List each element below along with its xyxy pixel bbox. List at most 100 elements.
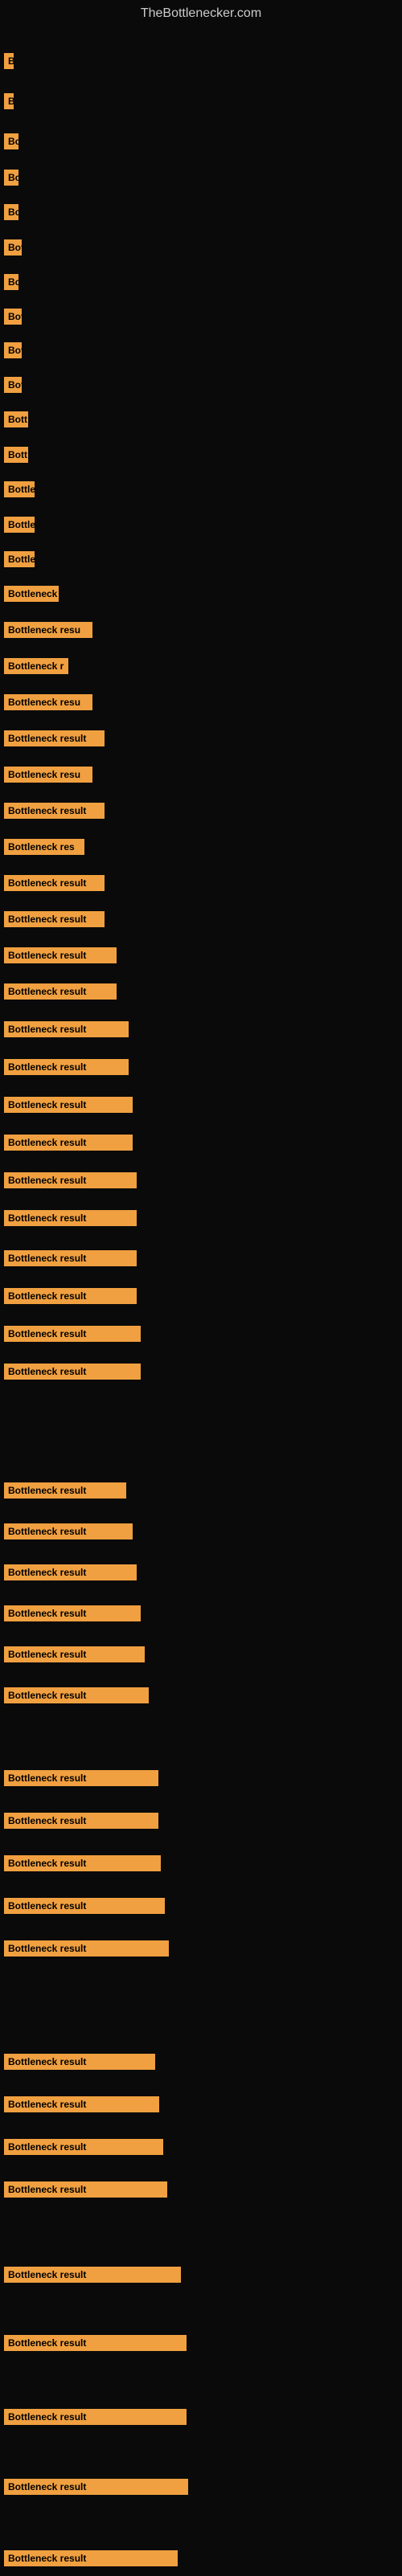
bar-label: Bottleneck result	[4, 1059, 129, 1075]
bar-label: Bottleneck result	[4, 803, 105, 819]
bar-label: Bo	[4, 204, 18, 220]
bar-row: Bottle	[4, 481, 35, 497]
bar-label: Bot	[4, 377, 22, 393]
bar-row: Bottleneck result	[4, 803, 105, 819]
bar-row: Bottleneck result	[4, 983, 117, 1000]
bar-row: Bottleneck result	[4, 2409, 187, 2425]
bar-row: Bottleneck result	[4, 1482, 126, 1499]
bar-row: Bottleneck result	[4, 2479, 188, 2495]
bar-row: Bottleneck result	[4, 1250, 137, 1266]
bar-label: Bottleneck result	[4, 2335, 187, 2351]
bar-row: Bottleneck result	[4, 1059, 129, 1075]
bar-label: Bottleneck result	[4, 730, 105, 746]
bar-row: Bottle	[4, 517, 35, 533]
bar-row: Bottleneck result	[4, 1288, 137, 1304]
bar-label: Bottleneck result	[4, 1605, 141, 1621]
bar-label: Bottleneck result	[4, 911, 105, 927]
bar-label: Bottleneck result	[4, 2409, 187, 2425]
bar-label: Bottleneck result	[4, 2181, 167, 2198]
bar-row: Bot	[4, 377, 22, 393]
bar-row: Bottleneck resu	[4, 767, 92, 783]
bar-label: Bot	[4, 239, 22, 256]
bar-row: Bottle	[4, 551, 35, 567]
bar-label: Bott	[4, 411, 28, 427]
bar-label: Bottleneck res	[4, 839, 84, 855]
bar-label: Bottleneck result	[4, 1288, 137, 1304]
bar-label: Bottleneck resu	[4, 767, 92, 783]
bar-row: Bottleneck result	[4, 2267, 181, 2283]
bar-label: Bottleneck result	[4, 1523, 133, 1539]
bar-row: Bot	[4, 342, 22, 358]
bar-label: Bottleneck result	[4, 1898, 165, 1914]
bar-row: Bott	[4, 411, 28, 427]
bar-row: Bottleneck result	[4, 2181, 167, 2198]
bar-label: Bottleneck resu	[4, 622, 92, 638]
bar-label: Bottleneck result	[4, 1250, 137, 1266]
bar-row: Bottleneck result	[4, 2054, 155, 2070]
bar-row: Bottleneck result	[4, 1564, 137, 1580]
bar-row: Bot	[4, 309, 22, 325]
bar-label: B	[4, 53, 14, 69]
bar-label: Bott	[4, 447, 28, 463]
bar-label: B	[4, 93, 14, 109]
bar-row: Bottleneck res	[4, 839, 84, 855]
bar-row: Bo	[4, 204, 18, 220]
bar-row: Bottleneck result	[4, 947, 117, 963]
bar-row: Bottleneck result	[4, 1770, 158, 1786]
bar-row: Bottleneck result	[4, 1326, 141, 1342]
bar-row: Bottleneck result	[4, 1210, 137, 1226]
bar-row: B	[4, 53, 14, 69]
bar-label: Bottleneck result	[4, 875, 105, 891]
bar-row: Bottleneck result	[4, 2096, 159, 2112]
bar-label: Bottleneck result	[4, 1482, 126, 1499]
bar-row: Bottleneck result	[4, 1855, 161, 1871]
bar-label: Bottleneck result	[4, 1855, 161, 1871]
bar-label: Bo	[4, 274, 18, 290]
bar-label: Bo	[4, 170, 18, 186]
bar-row: Bottleneck result	[4, 1364, 141, 1380]
bar-label: Bo	[4, 133, 18, 149]
bar-label: Bottleneck result	[4, 2267, 181, 2283]
bar-row: Bottleneck resu	[4, 694, 92, 710]
bar-label: Bottleneck result	[4, 1646, 145, 1662]
bar-row: Bottleneck result	[4, 875, 105, 891]
bar-label: Bot	[4, 309, 22, 325]
bar-label: Bottle	[4, 481, 35, 497]
bar-row: Bottleneck result	[4, 1605, 141, 1621]
bar-row: Bo	[4, 170, 18, 186]
bar-row: Bottleneck r	[4, 658, 68, 674]
bar-row: Bottleneck result	[4, 1898, 165, 1914]
bar-label: Bottleneck result	[4, 1326, 141, 1342]
bar-label: Bottleneck result	[4, 1210, 137, 1226]
bar-label: Bottleneck r	[4, 658, 68, 674]
bar-row: Bo	[4, 133, 18, 149]
bar-row: B	[4, 93, 14, 109]
bar-label: Bottleneck result	[4, 1135, 133, 1151]
bar-label: Bottle	[4, 517, 35, 533]
bar-row: Bott	[4, 447, 28, 463]
bar-label: Bottleneck result	[4, 983, 117, 1000]
bar-row: Bottleneck result	[4, 730, 105, 746]
bar-label: Bottleneck result	[4, 2479, 188, 2495]
bar-label: Bottleneck result	[4, 1097, 133, 1113]
bar-row: Bottleneck result	[4, 2550, 178, 2566]
bar-row: Bottleneck result	[4, 911, 105, 927]
bar-label: Bottleneck result	[4, 1172, 137, 1188]
bar-row: Bottleneck result	[4, 1135, 133, 1151]
bar-label: Bottleneck result	[4, 947, 117, 963]
bar-row: Bottleneck result	[4, 1172, 137, 1188]
bar-label: Bottle	[4, 551, 35, 567]
bar-label: Bottleneck	[4, 586, 59, 602]
bar-label: Bottleneck result	[4, 1021, 129, 1037]
bar-label: Bottleneck result	[4, 1940, 169, 1957]
bar-row: Bottleneck result	[4, 2335, 187, 2351]
bar-label: Bottleneck result	[4, 1564, 137, 1580]
bar-row: Bottleneck	[4, 586, 59, 602]
bar-label: Bottleneck result	[4, 1813, 158, 1829]
bar-label: Bottleneck result	[4, 2054, 155, 2070]
bar-row: Bottleneck resu	[4, 622, 92, 638]
bar-row: Bottleneck result	[4, 1940, 169, 1957]
bar-row: Bottleneck result	[4, 1523, 133, 1539]
bar-label: Bottleneck result	[4, 2139, 163, 2155]
bar-row: Bottleneck result	[4, 1813, 158, 1829]
